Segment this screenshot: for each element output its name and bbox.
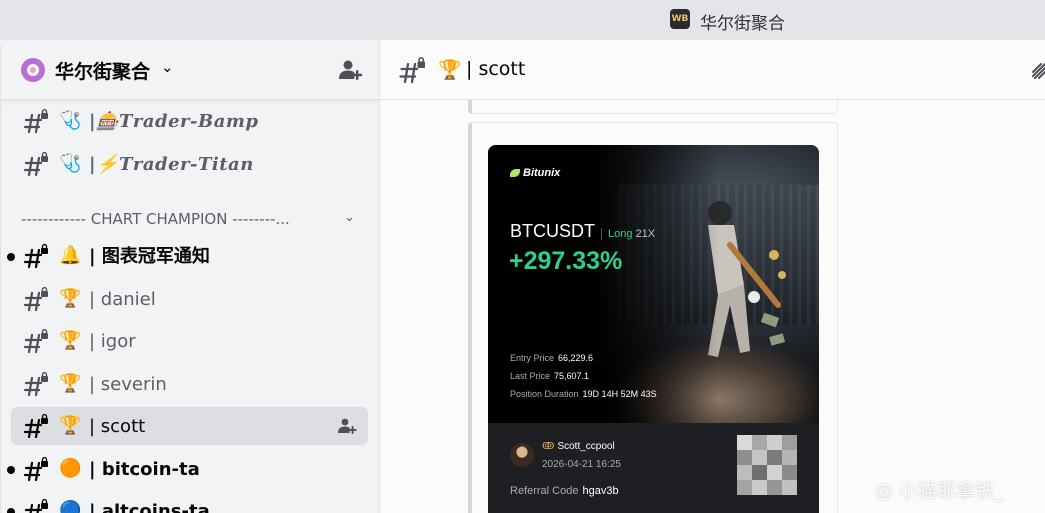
pair-symbol: BTCUSDT — [510, 221, 595, 241]
channel-name: |🎰𝑻𝒓𝒂𝒅𝒆𝒓-𝑩𝒂𝒎𝒑 — [89, 111, 259, 132]
bitunix-logo: Bitunix — [510, 167, 560, 179]
chevron-down-icon[interactable]: ⌄ — [161, 58, 174, 76]
locked-channel-hash-icon — [23, 151, 48, 177]
referral-value: hgav3b — [582, 485, 619, 497]
roi-value: +297.33% — [509, 247, 623, 275]
channel-sidebar: 华尔街聚合 ⌄ 🩺 |🎰𝑻𝒓𝒂𝒅𝒆𝒓-𝑩𝒂𝒎𝒑 🩺 |⚡𝑻𝒓𝒂𝒅𝒆𝒓-𝑻𝒊𝒕𝒂� — [0, 40, 379, 513]
channel-name: | 图表冠军通知 — [89, 246, 210, 267]
channel-name: | altcoins-ta — [89, 501, 210, 513]
orange-circle-icon: 🟠 — [59, 458, 82, 479]
trophy-icon: 🏆 — [59, 330, 82, 351]
unread-indicator — [7, 466, 15, 474]
stethoscope-icon: 🩺 — [59, 110, 82, 131]
channel-trader-titan[interactable]: 🩺 |⚡𝑻𝒓𝒂𝒅𝒆𝒓-𝑻𝒊𝒕𝒂𝒏 — [11, 145, 368, 183]
blue-circle-icon: 🔵 — [59, 500, 82, 513]
category-chart-champion[interactable]: ------------ CHART CHAMPION --------... … — [21, 210, 366, 230]
category-label: ------------ CHART CHAMPION --------... — [21, 210, 290, 228]
invite-people-icon[interactable] — [337, 57, 363, 83]
duration-value: 19D 14H 52M 43S — [582, 389, 657, 399]
trade-share-card-image[interactable]: Bitunix BTCUSDT Long 21X +297.33% Entry Pr… — [488, 145, 819, 513]
channel-title: | scott — [466, 58, 526, 80]
create-invite-icon[interactable] — [337, 416, 357, 436]
qr-code-pixelated — [737, 435, 797, 495]
channel-name: | scott — [89, 416, 146, 437]
previous-embed — [468, 100, 838, 114]
bitunix-leaf-icon — [510, 169, 520, 177]
locked-channel-hash-icon — [24, 498, 48, 513]
handle-badge-icon: ↂ — [542, 441, 555, 452]
position-duration: Position Duration 19D 14H 52M 43S — [510, 389, 657, 399]
locked-channel-hash-icon — [23, 456, 48, 482]
chevron-down-icon[interactable]: ⌄ — [344, 210, 355, 225]
locked-channel-hash-icon — [23, 243, 48, 269]
card-gradient-overlay — [488, 145, 718, 423]
unread-indicator — [7, 253, 15, 261]
trading-pair: BTCUSDT Long 21X — [510, 221, 655, 242]
watermark-logo-icon — [844, 477, 870, 503]
locked-channel-hash-icon — [23, 108, 48, 134]
locked-channel-hash-icon — [23, 413, 48, 439]
entry-price: Entry Price 66,229.6 — [510, 353, 593, 363]
chat-area: 🏆 | scott Bitunix BTCUSDT Long 21X +297.… — [379, 40, 1045, 513]
trophy-icon: 🏆 — [59, 415, 82, 436]
trophy-icon: 🏆 — [59, 373, 82, 394]
unread-indicator — [7, 508, 15, 513]
server-icon — [21, 58, 45, 82]
bell-icon: 🔔 — [59, 245, 82, 266]
app-logo-icon: WB — [670, 9, 690, 29]
channel-name: | igor — [89, 331, 136, 352]
locked-channel-hash-icon — [399, 57, 425, 84]
locked-channel-hash-icon — [23, 371, 48, 397]
avatar — [510, 443, 534, 467]
brand-name: Bitunix — [523, 167, 561, 179]
threads-icon[interactable] — [1030, 58, 1045, 82]
share-datetime: 2026-04-21 16:25 — [542, 459, 621, 470]
stethoscope-icon: 🩺 — [59, 153, 82, 174]
watermark: @ 小猫耶拿铁_ — [844, 476, 1004, 503]
trophy-icon: 🏆 — [438, 59, 462, 81]
watermark-text: @ 小猫耶拿铁_ — [874, 480, 1004, 502]
window-title: 华尔街聚合 — [700, 14, 785, 34]
handle-text: Scott_ccpool — [557, 441, 615, 452]
channel-name: | daniel — [89, 289, 156, 310]
last-price-value: 75,607.1 — [554, 371, 590, 381]
channel-daniel[interactable]: 🏆 | daniel — [11, 280, 368, 318]
channel-header: 🏆 | scott — [380, 40, 1045, 100]
channel-name: | bitcoin-ta — [89, 459, 200, 480]
user-handle: ↂ Scott_ccpool — [542, 441, 615, 452]
channel-altcoins-ta[interactable]: 🔵 | altcoins-ta — [7, 492, 368, 513]
entry-price-label: Entry Price — [510, 353, 555, 363]
referral-label: Referral Code — [510, 485, 579, 497]
card-footer: ↂ Scott_ccpool 2026-04-21 16:25 Referral … — [488, 423, 819, 513]
channel-severin[interactable]: 🏆 | severin — [11, 365, 368, 403]
channel-name: | severin — [89, 374, 167, 395]
referral-code: Referral Code hgav3b — [510, 485, 619, 497]
baseball-artwork — [488, 145, 819, 423]
last-price-label: Last Price — [510, 371, 551, 381]
channel-bitcoin-ta[interactable]: 🟠 | bitcoin-ta — [7, 450, 368, 488]
window-titlebar: WB 华尔街聚合 — [0, 0, 1045, 40]
channel-igor[interactable]: 🏆 | igor — [11, 322, 368, 360]
last-price: Last Price 75,607.1 — [510, 371, 589, 381]
channel-name: |⚡𝑻𝒓𝒂𝒅𝒆𝒓-𝑻𝒊𝒕𝒂𝒏 — [89, 154, 254, 175]
duration-label: Position Duration — [510, 389, 579, 399]
channel-scott[interactable]: 🏆 | scott — [11, 407, 368, 445]
server-header[interactable]: 华尔街聚合 ⌄ — [1, 40, 379, 100]
locked-channel-hash-icon — [23, 286, 48, 312]
position-side: Long — [601, 228, 633, 240]
channel-trader-bamp[interactable]: 🩺 |🎰𝑻𝒓𝒂𝒅𝒆𝒓-𝑩𝒂𝒎𝒑 — [11, 102, 368, 140]
trophy-icon: 🏆 — [59, 288, 82, 309]
locked-channel-hash-icon — [23, 328, 48, 354]
entry-price-value: 66,229.6 — [558, 353, 594, 363]
message-list: Bitunix BTCUSDT Long 21X +297.33% Entry Pr… — [380, 100, 1045, 513]
channel-chart-champion-notice[interactable]: 🔔 | 图表冠军通知 — [7, 237, 368, 275]
leverage: 21X — [635, 228, 656, 240]
server-name[interactable]: 华尔街聚合 — [55, 57, 150, 84]
